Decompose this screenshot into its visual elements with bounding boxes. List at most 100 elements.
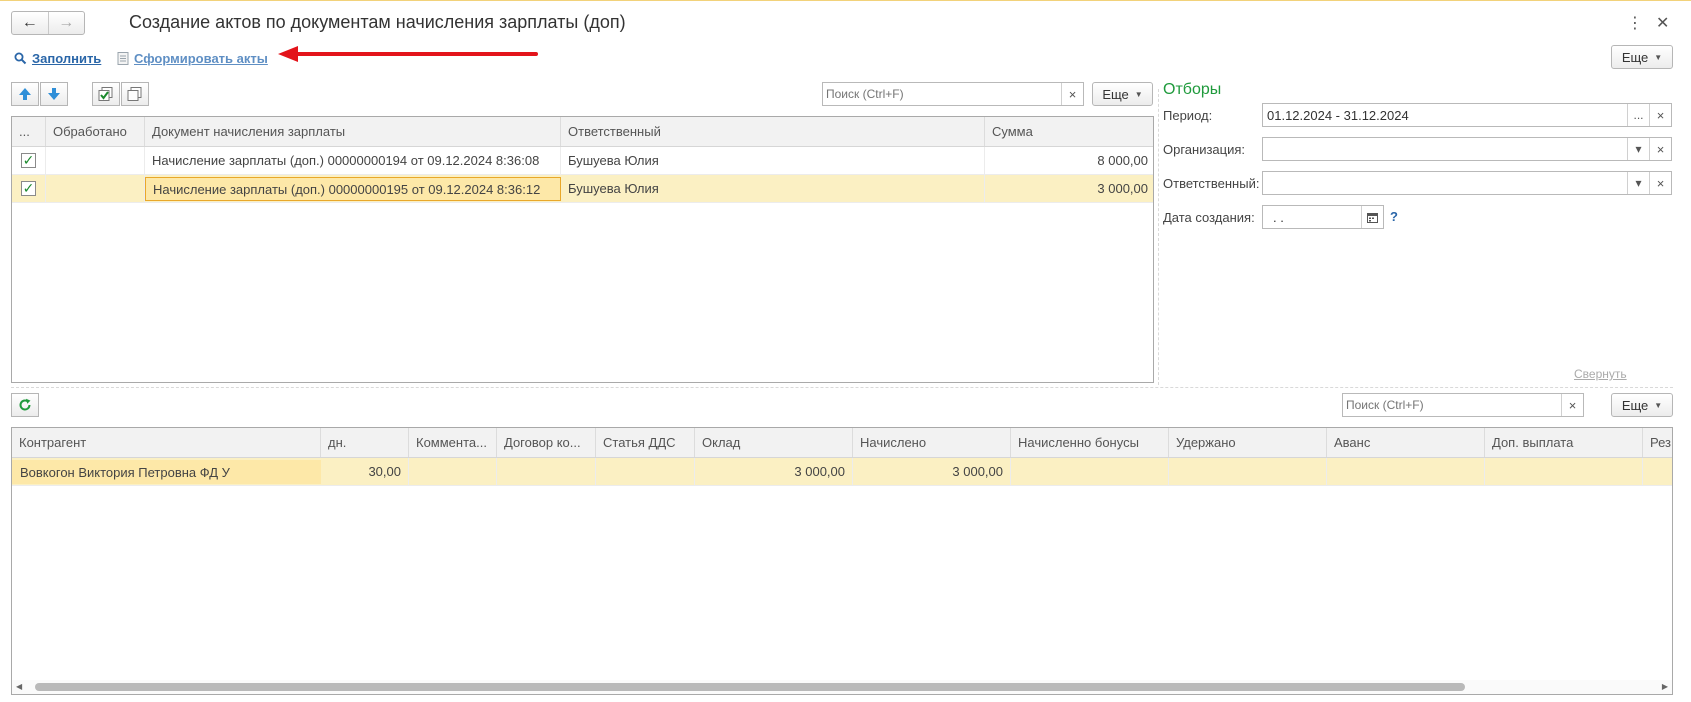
page-title: Создание актов по документам начисления … [129,12,626,32]
arrow-up-icon [19,88,31,100]
cell-cashflow-item [596,458,695,485]
col-header-days[interactable]: дн. [321,428,409,457]
cell-advance [1327,458,1485,485]
top-search-input[interactable] [823,84,1061,104]
clear-search-icon[interactable]: × [1061,83,1083,105]
responsible-clear-icon[interactable]: × [1649,172,1671,194]
cell-sum: 3 000,00 [1097,181,1148,196]
filters-title: Отборы [1163,81,1222,98]
scroll-right-icon[interactable]: ▶ [1662,682,1668,691]
cell-extra-payment [1485,458,1643,485]
period-field[interactable]: 01.12.2024 - 31.12.2024 ... × [1262,103,1672,127]
fill-link[interactable]: Заполнить [32,51,101,66]
more-button-top[interactable]: Еще ▼ [1611,45,1673,69]
document-icon [117,52,129,65]
creation-date-label: Дата создания: [1163,210,1255,225]
more-label: Еще [1621,397,1649,413]
table-header: Контрагент дн. Коммента... Договор ко...… [12,428,1672,458]
refresh-button[interactable] [11,393,39,417]
col-header-contract[interactable]: Договор ко... [497,428,596,457]
collapse-link[interactable]: Свернуть [1574,367,1627,381]
table-row[interactable]: ✓ Начисление зарплаты (доп.) 00000000195… [12,175,1153,203]
scroll-left-icon[interactable]: ◀ [16,682,22,691]
close-icon[interactable]: ✕ [1656,13,1669,33]
col-header-cashflow-item[interactable]: Статья ДДС [596,428,695,457]
period-value: 01.12.2024 - 31.12.2024 [1267,107,1409,123]
col-header-advance[interactable]: Аванс [1327,428,1485,457]
cell-withheld [1169,458,1327,485]
help-icon[interactable]: ? [1390,209,1398,224]
top-search: × [822,82,1084,106]
col-header-comment[interactable]: Коммента... [409,428,497,457]
bottom-search-input[interactable] [1343,395,1561,415]
table-header: ... Обработано Документ начисления зарпл… [12,117,1153,147]
fill-command[interactable]: Заполнить [14,51,101,66]
arrow-down-icon [48,88,60,100]
col-header-accrued[interactable]: Начислено [853,428,1011,457]
creation-date-field[interactable]: . . [1262,205,1384,229]
col-header-extra-payment[interactable]: Доп. выплата [1485,428,1643,457]
contractors-table: Контрагент дн. Коммента... Договор ко...… [11,427,1673,695]
cell-contractor[interactable]: Вовкогон Виктория Петровна ФД У [12,460,321,484]
cell-result [1643,458,1672,485]
col-header-withheld[interactable]: Удержано [1169,428,1327,457]
cell-bonuses [1011,458,1169,485]
organization-label: Организация: [1163,142,1246,157]
col-header-sum[interactable]: Сумма [985,117,1153,146]
check-all-button[interactable] [92,82,120,106]
row-checkbox[interactable]: ✓ [21,152,36,168]
uncheck-all-button[interactable] [121,82,149,106]
refresh-icon [19,398,31,411]
cell-responsible: Бушуева Юлия [561,175,985,202]
col-header-result[interactable]: Рез [1643,428,1672,457]
col-header-processed[interactable]: Обработано [46,117,145,146]
uncheck-all-icon [127,87,142,101]
nav-buttons: ← → [11,11,85,35]
cell-sum: 8 000,00 [1097,153,1148,168]
cell-document[interactable]: Начисление зарплаты (доп.) 00000000195 о… [145,177,561,201]
bottom-search: × [1342,393,1584,417]
clear-search-icon[interactable]: × [1561,394,1583,416]
cell-processed [46,175,145,202]
col-header-bonuses[interactable]: Начисленно бонусы [1011,428,1169,457]
cell-accrued: 3 000,00 [853,458,1011,485]
responsible-field[interactable]: ▾ × [1262,171,1672,195]
section-divider [11,387,1673,388]
move-down-button[interactable] [40,82,68,106]
cell-contract [497,458,596,485]
col-header-document[interactable]: Документ начисления зарплаты [145,117,561,146]
form-acts-link[interactable]: Сформировать акты [134,51,268,66]
more-actions-icon[interactable]: ⋮ [1627,13,1643,33]
table-row[interactable]: ✓ Начисление зарплаты (доп.) 00000000194… [12,147,1153,175]
forward-button[interactable]: → [47,12,85,34]
horizontal-scrollbar[interactable]: ◀ ▶ [12,680,1672,694]
more-label: Еще [1102,86,1129,102]
col-header-salary[interactable]: Оклад [695,428,853,457]
col-header-contractor[interactable]: Контрагент [12,428,321,457]
cell-document[interactable]: Начисление зарплаты (доп.) 00000000194 о… [145,147,561,174]
responsible-dropdown-icon[interactable]: ▾ [1627,172,1649,194]
panel-divider [1158,89,1159,385]
more-label: Еще [1621,49,1649,65]
organization-dropdown-icon[interactable]: ▾ [1627,138,1649,160]
col-header-responsible[interactable]: Ответственный [561,117,985,146]
cell-salary: 3 000,00 [695,458,853,485]
organization-clear-icon[interactable]: × [1649,138,1671,160]
creation-date-value: . . [1273,209,1284,225]
table-row[interactable]: Вовкогон Виктория Петровна ФД У 30,00 3 … [12,458,1672,486]
scrollbar-thumb[interactable] [35,683,1465,691]
organization-field[interactable]: ▾ × [1262,137,1672,161]
more-button-top-table[interactable]: Еще ▼ [1092,82,1153,106]
form-acts-command[interactable]: Сформировать акты [117,51,268,66]
col-header-mark[interactable]: ... [12,117,46,146]
more-button-bottom[interactable]: Еще ▼ [1611,393,1673,417]
row-checkbox[interactable]: ✓ [21,180,36,196]
move-up-button[interactable] [11,82,39,106]
responsible-label: Ответственный: [1163,176,1260,191]
calendar-icon[interactable] [1361,206,1383,228]
period-clear-icon[interactable]: × [1649,104,1671,126]
cell-processed [46,147,145,174]
annotation-arrow-icon [278,46,538,62]
period-select-button[interactable]: ... [1627,104,1649,126]
back-button[interactable]: ← [12,12,48,34]
